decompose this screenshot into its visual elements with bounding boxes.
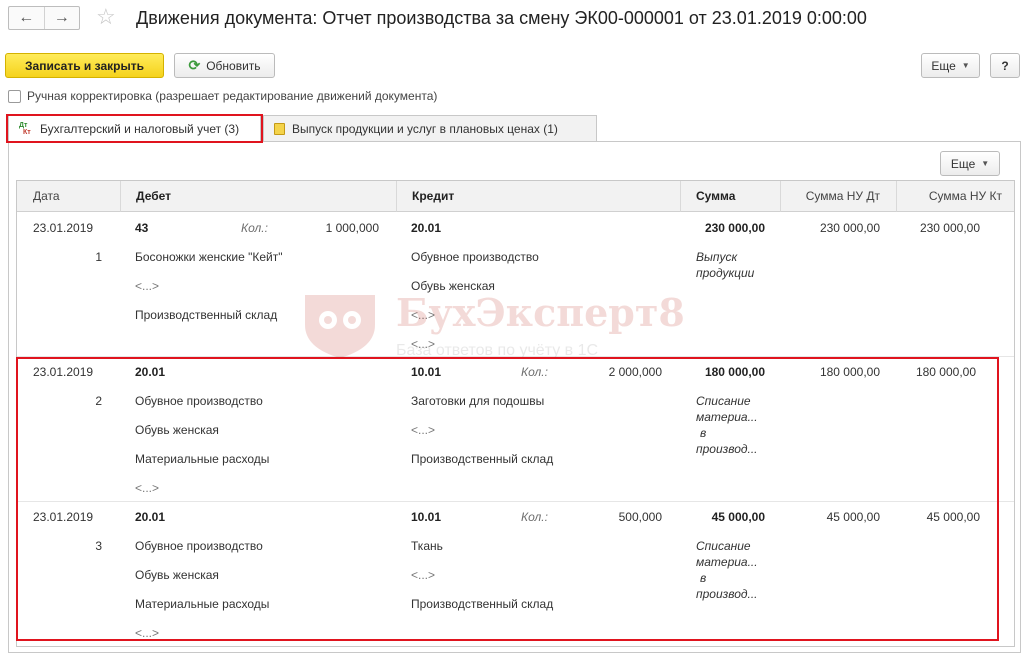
document-icon [274,122,285,135]
column-header-debit[interactable]: Дебет [120,181,396,212]
credit-subconto-3: Производственный склад [411,452,554,466]
debit-subconto-3: Материальные расходы [135,452,270,466]
row-sum-nu-kt: 180 000,00 [915,365,976,379]
column-header-sum-nu-dt[interactable]: Сумма НУ Дт [780,181,896,212]
credit-qty: 500,000 [618,510,662,524]
credit-account: 20.01 [411,221,442,235]
credit-subconto-3: Производственный склад [411,597,554,611]
tab-accounting[interactable]: Дт Кт Бухгалтерский и налоговый учет (3) [8,115,261,142]
credit-qty: 2 000,000 [608,365,662,379]
credit-subconto-3: <...> [411,308,436,322]
tab-production-output-label: Выпуск продукции и услуг в плановых цена… [292,121,558,136]
manual-adjust-label: Ручная корректировка (разрешает редактир… [27,89,438,103]
debit-qty-label: Кол.: [241,221,268,235]
debit-account: 20.01 [135,510,166,524]
forward-arrow-icon[interactable]: → [43,7,80,29]
credit-qty-label: Кол.: [521,365,548,379]
row-content-line: Списание [696,539,751,553]
tab-accounting-label: Бухгалтерский и налоговый учет (3) [40,122,240,136]
row-sum-nu-dt: 180 000,00 [819,365,880,379]
save-and-close-button[interactable]: Записать и закрыть [5,53,164,78]
row-sum: 230 000,00 [704,221,765,235]
credit-account: 10.01 [411,510,442,524]
row-sum-nu-dt: 45 000,00 [826,510,880,524]
row-content-line: материа... [696,410,758,424]
credit-qty-label: Кол.: [521,510,548,524]
row-content-line: в [700,426,707,440]
credit-subconto-2: Обувь женская [411,279,495,293]
credit-subconto-1: Заготовки для подошвы [411,394,545,408]
row-number: 2 [95,394,102,408]
debit-subconto-2: Обувь женская [135,568,219,582]
row-number: 3 [95,539,102,553]
refresh-icon: ⟳ [188,57,201,73]
row-sum: 180 000,00 [704,365,765,379]
column-header-sum-nu-kt[interactable]: Сумма НУ Кт [896,181,1014,212]
row-content-line: производ... [696,442,758,456]
row-sum: 45 000,00 [711,510,765,524]
refresh-label: Обновить [206,58,261,73]
debit-subconto-4: <...> [135,481,160,495]
caret-down-icon: ▼ [961,61,970,70]
row-sum-nu-dt: 230 000,00 [819,221,880,235]
row-content-line: продукции [696,266,755,280]
movements-table: Дата Дебет Кредит Сумма Сумма НУ Дт Сумм… [16,180,1015,647]
caret-down-icon: ▼ [981,159,990,168]
panel-more-button[interactable]: Еще ▼ [940,151,1000,176]
debit-account: 43 [135,221,149,235]
debit-qty: 1 000,000 [325,221,379,235]
row-number: 1 [95,250,102,264]
row-content-line: производ... [696,587,758,601]
panel-more-label: Еще [950,156,976,171]
credit-account: 10.01 [411,365,442,379]
row-content-line: Списание [696,394,751,408]
back-arrow-icon[interactable]: ← [9,7,44,29]
credit-subconto-1: Ткань [411,539,443,553]
debit-subconto-2: Обувь женская [135,423,219,437]
row-content-line: материа... [696,555,758,569]
credit-subconto-2: <...> [411,568,436,582]
navigation-buttons: ← → [8,6,80,30]
row-date: 23.01.2019 [33,221,94,235]
debit-subconto-2: <...> [135,279,160,293]
row-sum-nu-kt: 230 000,00 [919,221,980,235]
debit-account: 20.01 [135,365,166,379]
more-label: Еще [931,58,956,73]
credit-subconto-4: <...> [411,337,436,351]
debit-subconto-1: Босоножки женские "Кейт" [135,250,283,264]
help-button[interactable]: ? [990,53,1020,78]
row-divider [17,501,1014,502]
credit-subconto-2: <...> [411,423,436,437]
more-button[interactable]: Еще ▼ [921,53,980,78]
row-date: 23.01.2019 [33,365,94,379]
debit-subconto-3: Производственный склад [135,308,278,322]
debit-subconto-1: Обувное производство [135,539,263,553]
row-sum-nu-kt: 45 000,00 [926,510,980,524]
window-title: Движения документа: Отчет производства з… [136,8,867,28]
row-date: 23.01.2019 [33,510,94,524]
debit-subconto-1: Обувное производство [135,394,263,408]
column-header-date[interactable]: Дата [17,181,120,212]
credit-subconto-1: Обувное производство [411,250,539,264]
refresh-button[interactable]: ⟳ Обновить [174,53,275,78]
debit-subconto-3: Материальные расходы [135,597,270,611]
column-header-credit[interactable]: Кредит [396,181,680,212]
favorite-star-icon[interactable]: ☆ [96,5,116,29]
row-content-line: Выпуск [696,250,738,264]
column-header-sum[interactable]: Сумма [680,181,780,212]
debit-subconto-4: <...> [135,626,160,640]
row-divider [17,356,1014,357]
row-content-line: в [700,571,707,585]
manual-adjust-checkbox[interactable] [8,90,21,103]
tab-production-output[interactable]: Выпуск продукции и услуг в плановых цена… [263,115,597,141]
dt-kt-icon: Дт Кт [19,122,31,136]
